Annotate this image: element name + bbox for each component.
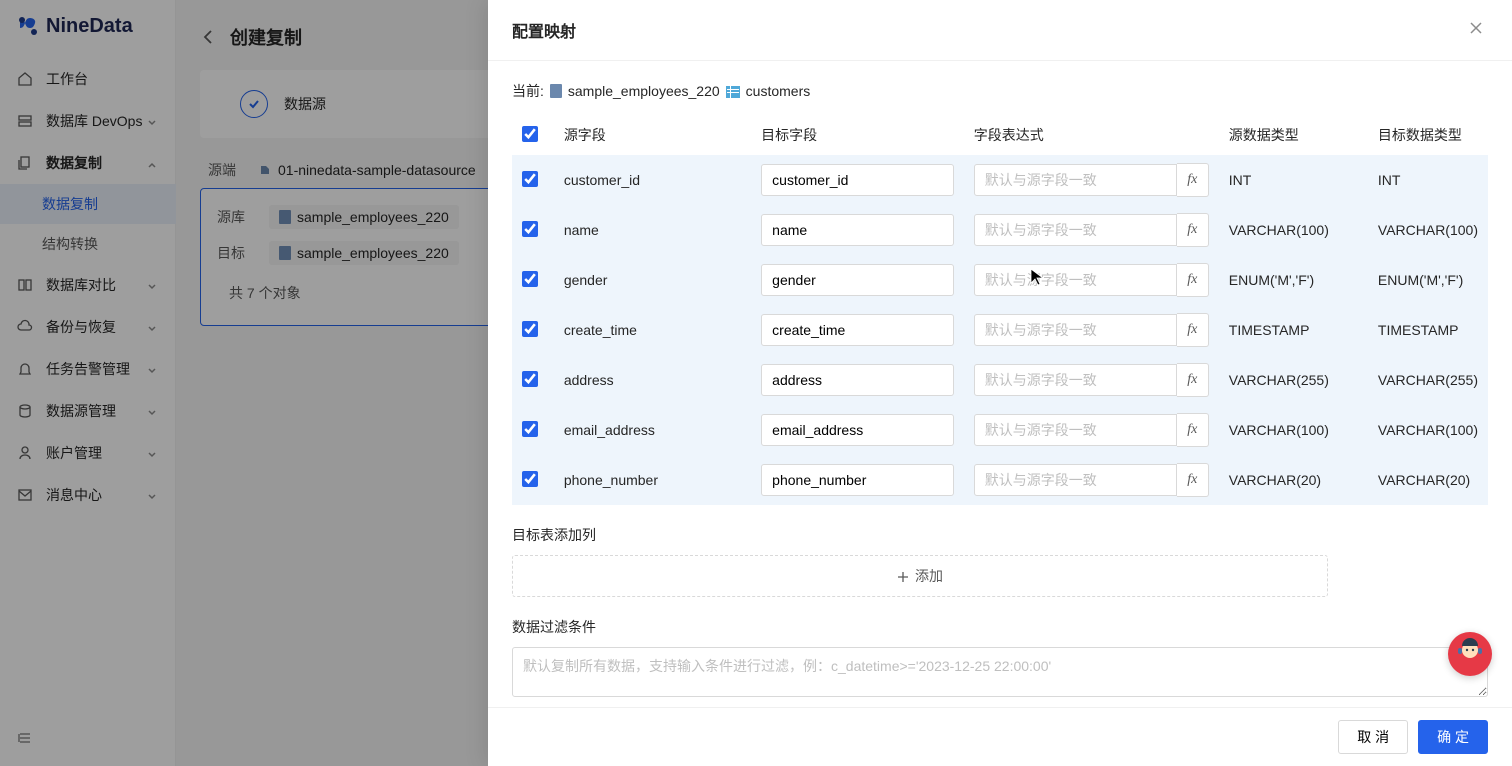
fx-icon[interactable]: fx <box>1177 463 1209 497</box>
field-row: email_address fx VARCHAR(100) VARCHAR(10… <box>512 405 1488 455</box>
fx-icon[interactable]: fx <box>1177 413 1209 447</box>
source-field-cell: phone_number <box>554 455 751 505</box>
source-field-cell: name <box>554 205 751 255</box>
field-expr-input[interactable] <box>974 464 1177 496</box>
filter-section-title: 数据过滤条件 <box>512 617 1488 637</box>
col-source-type: 源数据类型 <box>1219 115 1368 155</box>
confirm-button[interactable]: 确 定 <box>1418 720 1488 754</box>
target-field-input[interactable] <box>761 314 954 346</box>
source-type-cell: INT <box>1219 155 1368 205</box>
target-type-cell: ENUM('M','F') <box>1368 255 1488 305</box>
field-expr-input[interactable] <box>974 414 1177 446</box>
col-target-type: 目标数据类型 <box>1368 115 1488 155</box>
target-type-cell: TIMESTAMP <box>1368 305 1488 355</box>
field-row: address fx VARCHAR(255) VARCHAR(255) <box>512 355 1488 405</box>
target-field-input[interactable] <box>761 414 954 446</box>
row-checkbox[interactable] <box>522 271 538 287</box>
row-checkbox[interactable] <box>522 421 538 437</box>
table-icon <box>726 85 740 97</box>
database-icon <box>550 84 562 98</box>
row-checkbox[interactable] <box>522 321 538 337</box>
source-field-cell: address <box>554 355 751 405</box>
add-column-section-title: 目标表添加列 <box>512 525 1488 545</box>
target-type-cell: VARCHAR(100) <box>1368 405 1488 455</box>
field-row: name fx VARCHAR(100) VARCHAR(100) <box>512 205 1488 255</box>
modal-title: 配置映射 <box>512 18 576 42</box>
target-field-input[interactable] <box>761 264 954 296</box>
target-field-input[interactable] <box>761 364 954 396</box>
source-type-cell: TIMESTAMP <box>1219 305 1368 355</box>
target-field-input[interactable] <box>761 164 954 196</box>
col-source-field: 源字段 <box>554 115 751 155</box>
cancel-button[interactable]: 取 消 <box>1338 720 1408 754</box>
field-expr-input[interactable] <box>974 264 1177 296</box>
breadcrumb: 当前: sample_employees_220 customers <box>512 81 1488 101</box>
target-field-input[interactable] <box>761 214 954 246</box>
target-type-cell: VARCHAR(255) <box>1368 355 1488 405</box>
select-all-checkbox[interactable] <box>522 126 538 142</box>
field-row: create_time fx TIMESTAMP TIMESTAMP <box>512 305 1488 355</box>
fx-icon[interactable]: fx <box>1177 213 1209 247</box>
source-type-cell: VARCHAR(100) <box>1219 205 1368 255</box>
source-type-cell: ENUM('M','F') <box>1219 255 1368 305</box>
fx-icon[interactable]: fx <box>1177 363 1209 397</box>
breadcrumb-db: sample_employees_220 <box>568 83 720 99</box>
source-type-cell: VARCHAR(255) <box>1219 355 1368 405</box>
target-type-cell: VARCHAR(20) <box>1368 455 1488 505</box>
field-row: phone_number fx VARCHAR(20) VARCHAR(20) <box>512 455 1488 505</box>
source-field-cell: customer_id <box>554 155 751 205</box>
add-column-button[interactable]: 添加 <box>512 555 1328 597</box>
fx-icon[interactable]: fx <box>1177 263 1209 297</box>
field-expr-input[interactable] <box>974 214 1177 246</box>
target-type-cell: INT <box>1368 155 1488 205</box>
col-target-field: 目标字段 <box>751 115 964 155</box>
close-icon[interactable] <box>1468 20 1488 40</box>
plus-icon <box>897 570 909 582</box>
source-type-cell: VARCHAR(100) <box>1219 405 1368 455</box>
field-expr-input[interactable] <box>974 164 1177 196</box>
modal-body: 当前: sample_employees_220 customers 源字段 目… <box>488 61 1512 707</box>
fx-icon[interactable]: fx <box>1177 163 1209 197</box>
target-type-cell: VARCHAR(100) <box>1368 205 1488 255</box>
row-checkbox[interactable] <box>522 171 538 187</box>
fx-icon[interactable]: fx <box>1177 313 1209 347</box>
row-checkbox[interactable] <box>522 221 538 237</box>
modal-footer: 取 消 确 定 <box>488 707 1512 766</box>
field-expr-input[interactable] <box>974 364 1177 396</box>
support-avatar[interactable] <box>1448 632 1492 676</box>
source-type-cell: VARCHAR(20) <box>1219 455 1368 505</box>
field-row: gender fx ENUM('M','F') ENUM('M','F') <box>512 255 1488 305</box>
breadcrumb-prefix: 当前: <box>512 81 544 101</box>
modal-header: 配置映射 <box>488 0 1512 61</box>
source-field-cell: gender <box>554 255 751 305</box>
row-checkbox[interactable] <box>522 371 538 387</box>
field-mapping-table: 源字段 目标字段 字段表达式 源数据类型 目标数据类型 customer_id … <box>512 115 1488 505</box>
config-mapping-modal: 配置映射 当前: sample_employees_220 customers … <box>488 0 1512 766</box>
field-expr-input[interactable] <box>974 314 1177 346</box>
field-row: customer_id fx INT INT <box>512 155 1488 205</box>
col-field-expr: 字段表达式 <box>964 115 1219 155</box>
source-field-cell: create_time <box>554 305 751 355</box>
target-field-input[interactable] <box>761 464 954 496</box>
filter-textarea[interactable] <box>512 647 1488 697</box>
breadcrumb-table: customers <box>746 83 811 99</box>
source-field-cell: email_address <box>554 405 751 455</box>
row-checkbox[interactable] <box>522 471 538 487</box>
